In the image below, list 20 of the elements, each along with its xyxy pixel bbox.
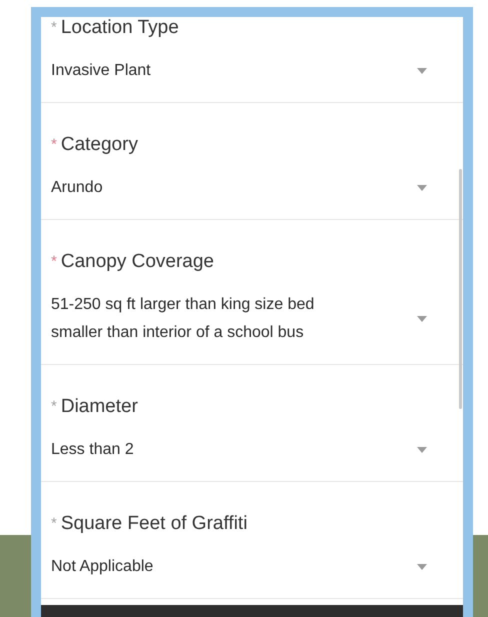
dropdown-field[interactable]: Invasive Plant xyxy=(41,57,451,85)
required-asterisk: * xyxy=(51,397,57,417)
caret-icon xyxy=(417,68,427,74)
caret-icon xyxy=(417,447,427,453)
required-asterisk: * xyxy=(51,18,57,38)
dropdown-field[interactable]: 51-250 sq ft larger than king size bed smaller than interior of a school bus xyxy=(41,291,451,347)
required-asterisk: * xyxy=(51,514,57,534)
field-label: Diameter xyxy=(60,396,138,418)
field-label: Category xyxy=(60,134,138,156)
dropdown-field[interactable]: Less than 2 xyxy=(41,436,451,464)
dropdown-field[interactable]: Not Applicable xyxy=(41,553,451,581)
required-asterisk: * xyxy=(51,252,57,272)
field-label: Location Type xyxy=(60,17,179,39)
field-label: Canopy Coverage xyxy=(60,251,214,273)
required-asterisk: * xyxy=(51,135,57,155)
caret-icon xyxy=(417,185,427,191)
dropdown-field[interactable]: Arundo xyxy=(41,174,451,202)
caret-icon xyxy=(417,564,427,570)
caret-icon xyxy=(417,316,427,322)
field-label: Square Feet of Graffiti xyxy=(60,513,248,535)
